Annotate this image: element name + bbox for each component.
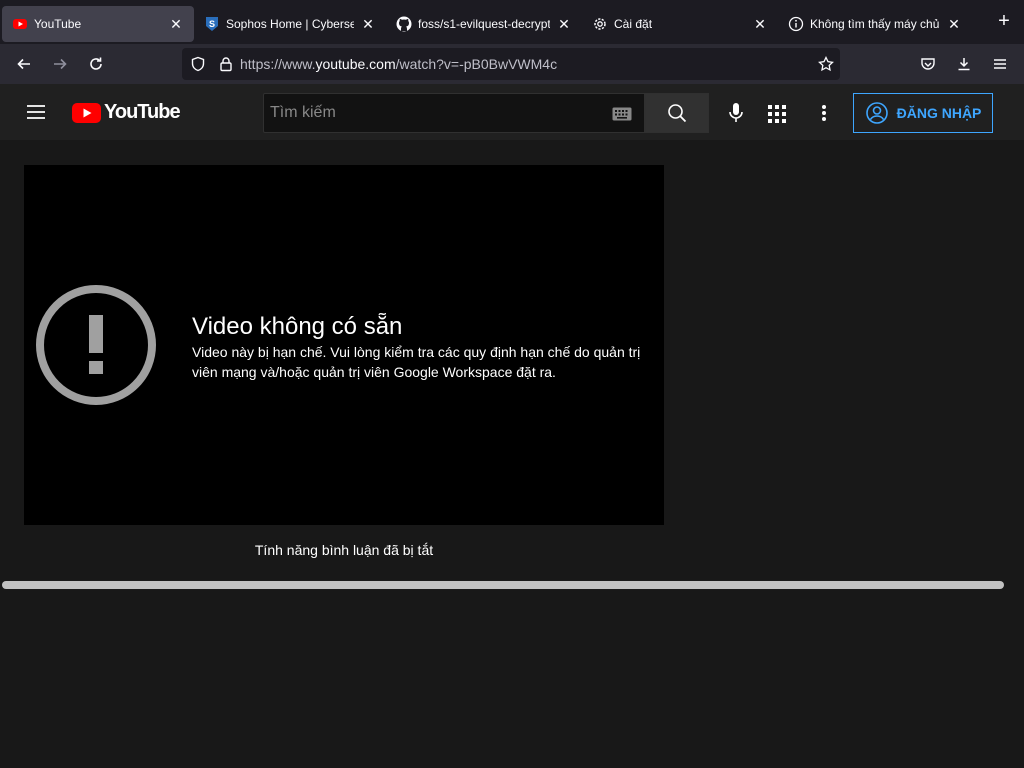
close-tab-icon[interactable]: ✕ xyxy=(556,16,572,33)
youtube-logo-text: YouTube xyxy=(104,101,181,123)
tab-youtube[interactable]: YouTube ✕ xyxy=(2,6,194,42)
pocket-icon[interactable] xyxy=(912,48,944,80)
forward-arrow-icon[interactable] xyxy=(44,48,76,80)
url-text[interactable]: https://www.youtube.com/watch?v=-pB0BwVW… xyxy=(240,56,557,72)
youtube-logo-icon xyxy=(72,102,101,123)
shield-icon[interactable] xyxy=(190,56,206,72)
url-path: /watch?v=-pB0BwVWM4c xyxy=(395,56,558,72)
app-menu-icon[interactable] xyxy=(984,48,1016,80)
search-box xyxy=(263,93,645,133)
github-icon xyxy=(396,16,412,32)
gear-icon xyxy=(592,16,608,32)
sign-in-label: ĐĂNG NHẬP xyxy=(896,105,982,121)
download-icon[interactable] xyxy=(948,48,980,80)
microphone-icon[interactable] xyxy=(726,102,746,129)
tab-title: foss/s1-evilquest-decrypto xyxy=(418,17,550,31)
youtube-icon xyxy=(12,16,28,32)
lock-icon[interactable] xyxy=(218,56,234,72)
browser-nav-bar: https://www.youtube.com/watch?v=-pB0BwVW… xyxy=(0,44,1024,84)
horizontal-scrollbar[interactable] xyxy=(2,581,1004,589)
sophos-icon: S xyxy=(204,16,220,32)
close-tab-icon[interactable]: ✕ xyxy=(168,16,184,33)
bookmark-star-icon[interactable] xyxy=(818,56,834,72)
guide-menu-icon[interactable] xyxy=(24,100,48,129)
keyboard-icon[interactable] xyxy=(612,107,632,121)
tab-title: Không tìm thấy máy chủ xyxy=(810,17,940,31)
url-domain: youtube.com xyxy=(315,56,396,72)
tab-title: Sophos Home | Cybersecu xyxy=(226,17,354,31)
search-input[interactable] xyxy=(270,104,600,122)
svg-text:S: S xyxy=(209,19,215,29)
browser-tab-strip: YouTube ✕ S Sophos Home | Cybersecu ✕ fo… xyxy=(0,0,1024,44)
error-message: Video này bị hạn chế. Vui lòng kiểm tra … xyxy=(192,344,641,380)
search-icon xyxy=(668,104,687,123)
error-exclamation-icon xyxy=(36,285,156,410)
close-tab-icon[interactable]: ✕ xyxy=(752,16,768,33)
address-bar[interactable]: https://www.youtube.com/watch?v=-pB0BwVW… xyxy=(182,48,840,80)
back-arrow-icon[interactable] xyxy=(8,48,40,80)
apps-grid-icon[interactable] xyxy=(768,105,786,128)
tab-github[interactable]: foss/s1-evilquest-decrypto ✕ xyxy=(386,6,582,42)
url-prefix: https://www. xyxy=(240,56,316,72)
comments-disabled-message: Tính năng bình luận đã bị tắt xyxy=(254,542,434,558)
more-vert-icon[interactable] xyxy=(821,104,827,127)
reload-icon[interactable] xyxy=(80,48,112,80)
tab-sophos[interactable]: S Sophos Home | Cybersecu ✕ xyxy=(194,6,386,42)
youtube-logo[interactable]: YouTube xyxy=(72,101,181,124)
youtube-header: YouTube ĐĂNG NHẬP xyxy=(0,84,1024,140)
close-tab-icon[interactable]: ✕ xyxy=(360,16,376,33)
tab-settings[interactable]: Cài đặt ✕ xyxy=(582,6,778,42)
tab-title: Cài đặt xyxy=(614,17,653,31)
close-tab-icon[interactable]: ✕ xyxy=(946,16,962,33)
account-circle-icon xyxy=(865,102,888,124)
tab-title: YouTube xyxy=(34,17,82,31)
error-title: Video không có sẵn xyxy=(192,313,403,340)
new-tab-icon[interactable]: + xyxy=(992,10,1016,33)
tab-server-not-found[interactable]: Không tìm thấy máy chủ ✕ xyxy=(778,6,972,42)
search-button[interactable] xyxy=(645,93,709,133)
info-icon xyxy=(788,16,804,32)
sign-in-button[interactable]: ĐĂNG NHẬP xyxy=(853,93,993,133)
video-player[interactable]: Video không có sẵn Video này bị hạn chế.… xyxy=(24,165,664,525)
